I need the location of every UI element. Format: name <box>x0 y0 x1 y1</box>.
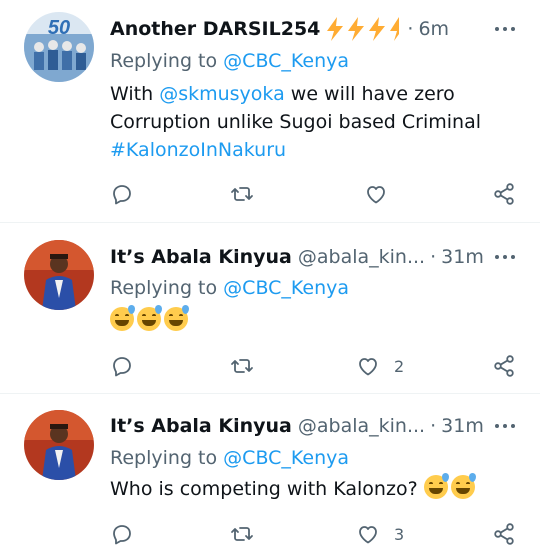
name-emojis <box>326 16 402 42</box>
avatar[interactable] <box>24 240 94 310</box>
grinning-sweat-emoji-icon <box>423 473 449 499</box>
more-button[interactable] <box>490 411 520 441</box>
tweet-text-part: With <box>110 83 154 105</box>
tweet-header: Another DARSIL254 · 6m <box>110 14 520 44</box>
share-icon <box>494 183 514 205</box>
retweet-button[interactable] <box>230 176 254 212</box>
mention-link[interactable]: @skmusyoka <box>159 83 285 105</box>
reply-button[interactable] <box>110 176 134 212</box>
replying-to: Replying to @CBC_Kenya <box>110 46 520 76</box>
separator-dot: · <box>407 18 414 40</box>
retweet-icon <box>231 187 253 201</box>
reply-icon <box>113 185 131 205</box>
retweet-icon <box>231 527 253 541</box>
reply-button[interactable] <box>110 348 134 384</box>
reply-button[interactable] <box>110 516 134 552</box>
like-count: 3 <box>394 524 405 544</box>
display-name[interactable]: Another DARSIL254 <box>110 18 320 40</box>
more-button[interactable] <box>490 242 520 272</box>
replying-prefix: Replying to <box>110 447 218 469</box>
replying-prefix: Replying to <box>110 50 218 72</box>
tweet-actions: 3 <box>100 516 520 552</box>
avatar[interactable]: 50 <box>24 12 94 82</box>
tweet-header: It’s Abala Kinyua @abala_kin... · 31m <box>110 242 520 272</box>
share-button[interactable] <box>492 348 516 384</box>
grinning-sweat-emoji-icon <box>137 305 162 331</box>
retweet-button[interactable] <box>230 348 254 384</box>
timestamp[interactable]: 31m <box>441 415 484 437</box>
tweet-text <box>110 305 520 336</box>
avatar[interactable] <box>24 410 94 480</box>
avatar-badge: 50 <box>48 17 70 39</box>
tweet-actions: 2 <box>100 348 520 384</box>
tweet-text-line: Corruption unlike Sugoi based Criminal <box>110 111 482 133</box>
more-icon <box>495 424 499 428</box>
separator-dot: · <box>430 415 437 437</box>
more-icon <box>495 255 499 259</box>
hashtag-line: #KalonzoInNakuru <box>110 135 520 165</box>
handle[interactable]: @abala_kin... <box>298 415 425 437</box>
like-count: 2 <box>394 356 405 376</box>
high-voltage-emoji-icon <box>327 16 344 41</box>
separator-dot: · <box>430 246 437 268</box>
display-name[interactable]: It’s Abala Kinyua <box>110 415 292 437</box>
avatar-image <box>24 410 94 480</box>
like-button[interactable] <box>364 176 402 212</box>
replying-prefix: Replying to <box>110 277 218 299</box>
share-icon <box>494 523 514 545</box>
share-button[interactable] <box>492 516 516 552</box>
share-icon <box>494 355 514 377</box>
grinning-sweat-emoji-icon <box>450 473 476 499</box>
heart-icon <box>359 526 377 544</box>
avatar-image: 50 <box>24 12 94 82</box>
tweet-header: It’s Abala Kinyua @abala_kin... · 31m <box>110 411 520 441</box>
timestamp[interactable]: 31m <box>441 246 484 268</box>
tweet[interactable]: 50 Another DARSIL254 · 6m Replying to @C… <box>0 0 540 222</box>
tweet[interactable]: It’s Abala Kinyua @abala_kin... · 31m Re… <box>0 394 540 558</box>
more-button[interactable] <box>490 14 520 44</box>
share-button[interactable] <box>492 176 516 212</box>
replying-to-link[interactable]: @CBC_Kenya <box>223 277 349 299</box>
like-button[interactable]: 3 <box>356 516 404 552</box>
hashtag-link[interactable]: #KalonzoInNakuru <box>110 139 286 161</box>
reply-icon <box>113 357 131 377</box>
retweet-icon <box>231 359 253 373</box>
grinning-sweat-emoji-icon <box>110 305 135 331</box>
replying-to: Replying to @CBC_Kenya <box>110 273 520 303</box>
tweet[interactable]: It’s Abala Kinyua @abala_kin... · 31m Re… <box>0 223 540 393</box>
replying-to: Replying to @CBC_Kenya <box>110 443 520 473</box>
reply-icon <box>113 525 131 545</box>
tweet-text-part: we will have zero <box>290 83 455 105</box>
timestamp[interactable]: 6m <box>418 18 449 40</box>
tweet-actions <box>100 176 520 212</box>
tweet-text: With @skmusyoka we will have zero <box>110 79 520 109</box>
replying-to-link[interactable]: @CBC_Kenya <box>223 50 349 72</box>
tweet-text-part: Who is competing with Kalonzo? <box>110 478 418 500</box>
handle[interactable]: @abala_kin... <box>298 246 425 268</box>
high-voltage-emoji-icon <box>390 16 400 41</box>
like-button[interactable]: 2 <box>356 348 404 384</box>
grinning-sweat-emoji-icon <box>164 305 189 331</box>
display-name[interactable]: It’s Abala Kinyua <box>110 246 292 268</box>
tweet-text: Who is competing with Kalonzo? <box>110 473 520 504</box>
retweet-button[interactable] <box>230 516 254 552</box>
replying-to-link[interactable]: @CBC_Kenya <box>223 447 349 469</box>
more-icon <box>495 27 499 31</box>
heart-icon <box>359 358 377 376</box>
high-voltage-emoji-icon <box>348 16 365 41</box>
heart-icon <box>367 186 385 204</box>
high-voltage-emoji-icon <box>369 16 386 41</box>
avatar-image <box>24 240 94 310</box>
